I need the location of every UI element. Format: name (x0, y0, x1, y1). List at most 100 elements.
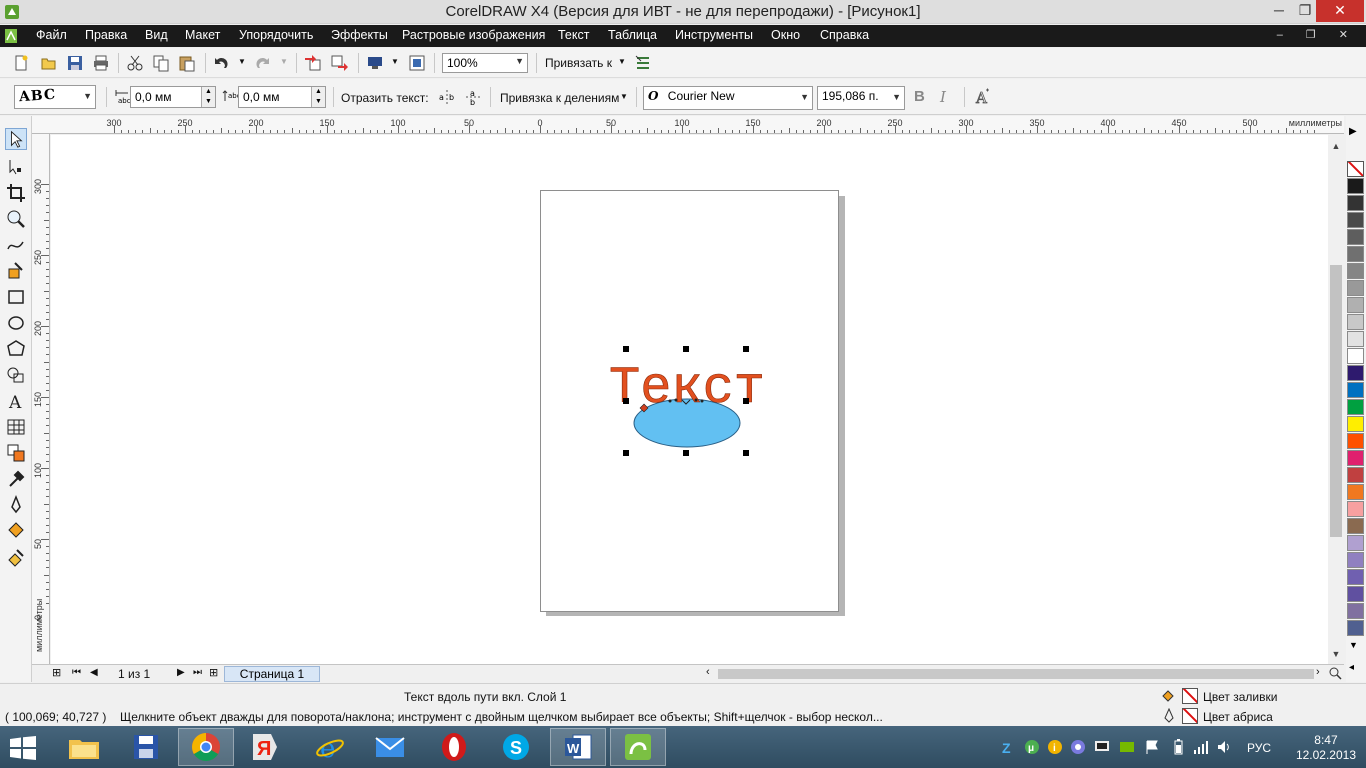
horizontal-ruler[interactable]: миллиметры 300 250 200 150 100 50 0 50 100 150 200… (52, 116, 1344, 134)
rectangle-tool-icon[interactable] (5, 286, 27, 308)
palette-scroll-down-icon[interactable]: ▼ (1349, 640, 1358, 650)
palette-swatch[interactable] (1347, 263, 1364, 279)
palette-swatch[interactable] (1347, 246, 1364, 262)
taskbar-yandex-browser[interactable]: Я (236, 728, 292, 766)
italic-button[interactable]: I (940, 88, 946, 106)
palette-swatch[interactable] (1347, 365, 1364, 381)
menu-arrange[interactable]: Упорядочить (239, 28, 313, 42)
undo-icon[interactable] (212, 54, 230, 72)
first-page-icon[interactable]: ⏮ (72, 667, 81, 678)
font-size-combo[interactable]: 195,086 п. ▼ (817, 86, 905, 110)
menu-view[interactable]: Вид (145, 28, 168, 42)
horizontal-offset-spinner[interactable]: ▲ ▼ (201, 87, 215, 107)
horizontal-offset-field[interactable]: 0,0 мм ▲ ▼ (130, 86, 216, 108)
palette-swatch[interactable] (1347, 535, 1364, 551)
palette-swatch[interactable] (1347, 416, 1364, 432)
vertical-offset-field[interactable]: 0,0 мм ▲ ▼ (238, 86, 326, 108)
add-page-before-icon[interactable]: ⊞ (52, 666, 61, 679)
taskbar-clock[interactable]: 8:47 12.02.2013 (1296, 733, 1356, 763)
copy-icon[interactable] (152, 54, 170, 72)
tray-zona-icon[interactable]: Z (1001, 739, 1017, 755)
taskbar-word[interactable]: W (550, 728, 606, 766)
redo-icon[interactable] (254, 54, 272, 72)
palette-swatch[interactable] (1347, 382, 1364, 398)
interactive-fill-tool-icon[interactable] (5, 546, 27, 568)
taskbar-opera[interactable] (426, 728, 482, 766)
horizontal-scroll-thumb[interactable] (718, 669, 1314, 679)
scroll-right-icon[interactable]: › (1316, 666, 1320, 678)
menu-table[interactable]: Таблица (608, 28, 657, 42)
vertical-scroll-thumb[interactable] (1330, 265, 1342, 537)
palette-scroll-up-icon[interactable]: ▶ (1349, 126, 1357, 137)
fill-tool-icon[interactable] (5, 520, 27, 542)
snap-dropdown-icon[interactable]: ▼ (618, 57, 626, 66)
character-formatting-icon[interactable]: A (974, 88, 992, 106)
palette-swatch[interactable] (1347, 501, 1364, 517)
taskbar-chrome[interactable] (178, 728, 234, 766)
scroll-up-icon[interactable]: ▲ (1328, 141, 1344, 155)
palette-swatch[interactable] (1347, 229, 1364, 245)
import-icon[interactable] (304, 54, 322, 72)
taskbar-mail[interactable] (362, 728, 418, 766)
palette-swatch[interactable] (1347, 331, 1364, 347)
tray-nvidia-icon[interactable] (1119, 739, 1135, 755)
export-icon[interactable] (330, 54, 348, 72)
palette-swatch[interactable] (1347, 603, 1364, 619)
palette-swatch[interactable] (1347, 280, 1364, 296)
palette-swatch[interactable] (1347, 433, 1364, 449)
fit-text-on-path[interactable]: Текст (609, 359, 766, 419)
paste-icon[interactable] (178, 54, 196, 72)
tray-wifi-icon[interactable] (1193, 739, 1209, 755)
palette-swatch[interactable] (1347, 297, 1364, 313)
menu-edit[interactable]: Правка (85, 28, 127, 42)
interactive-blend-tool-icon[interactable] (5, 442, 27, 464)
cut-icon[interactable] (126, 54, 144, 72)
input-language-indicator[interactable]: РУС (1247, 741, 1271, 755)
menu-bitmaps[interactable]: Растровые изображения (402, 28, 545, 42)
snap-to-ticks-button[interactable]: Привязка к делениям (500, 91, 619, 105)
taskbar-internet-explorer[interactable]: e (302, 728, 358, 766)
bold-button[interactable]: B (914, 88, 925, 105)
vertical-offset-spinner[interactable]: ▲ ▼ (311, 87, 325, 107)
last-page-icon[interactable]: ⏭ (193, 667, 202, 678)
menu-text[interactable]: Текст (558, 28, 589, 42)
open-icon[interactable] (40, 54, 58, 72)
tray-battery-icon[interactable] (1170, 739, 1186, 755)
ellipse-tool-icon[interactable] (5, 312, 27, 334)
mirror-vertical-icon[interactable]: ab (464, 88, 482, 106)
scroll-down-icon[interactable]: ▼ (1328, 649, 1344, 663)
previous-page-icon[interactable]: ◀ (90, 667, 98, 678)
palette-swatch[interactable] (1347, 552, 1364, 568)
save-icon[interactable] (66, 54, 84, 72)
next-page-icon[interactable]: ▶ (177, 667, 185, 678)
start-windows-icon[interactable] (9, 736, 37, 760)
tray-utorrent-icon[interactable]: μ (1024, 739, 1040, 755)
menu-file[interactable]: Файл (36, 28, 67, 42)
zoom-tool-icon[interactable] (5, 208, 27, 230)
smart-fill-tool-icon[interactable] (5, 260, 27, 282)
launcher-dropdown-icon[interactable]: ▼ (391, 57, 399, 66)
close-button[interactable]: ✕ (1316, 0, 1364, 22)
taskbar-skype[interactable]: S (488, 728, 544, 766)
text-tool-icon[interactable]: A (5, 390, 27, 412)
scroll-left-icon[interactable]: ‹ (706, 666, 710, 678)
palette-swatch[interactable] (1347, 450, 1364, 466)
polygon-tool-icon[interactable] (5, 338, 27, 360)
palette-flyout-icon[interactable]: ◂ (1349, 662, 1354, 673)
taskbar-save-app[interactable] (118, 728, 174, 766)
tray-display-icon[interactable] (1094, 739, 1110, 755)
tray-info-icon[interactable]: i (1047, 739, 1063, 755)
menu-help[interactable]: Справка (820, 28, 869, 42)
vertical-scrollbar[interactable]: ▲ ▼ (1328, 135, 1344, 664)
palette-swatch[interactable] (1347, 314, 1364, 330)
menu-window[interactable]: Окно (771, 28, 800, 42)
navigator-zoom-icon[interactable] (1328, 666, 1342, 680)
table-tool-icon[interactable] (5, 416, 27, 438)
palette-swatch[interactable] (1347, 467, 1364, 483)
palette-swatch[interactable] (1347, 399, 1364, 415)
snap-mode-dropdown-icon[interactable]: ▼ (620, 92, 628, 101)
menu-effects[interactable]: Эффекты (331, 28, 388, 42)
document-icon[interactable] (4, 28, 18, 44)
palette-swatch[interactable] (1347, 195, 1364, 211)
redo-dropdown-icon[interactable]: ▼ (280, 57, 288, 66)
